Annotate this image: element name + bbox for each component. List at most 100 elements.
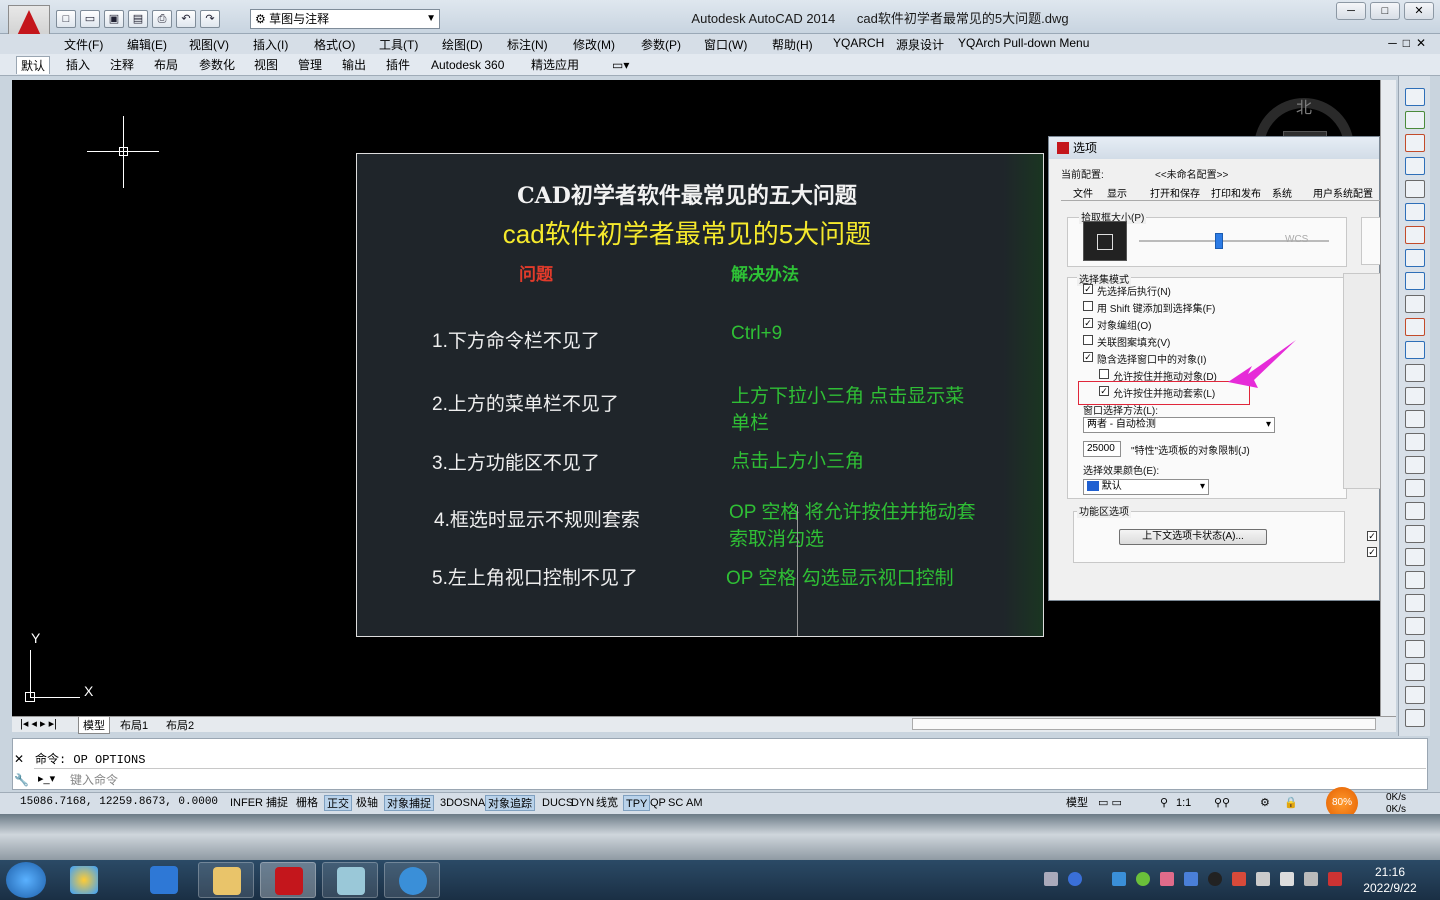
checkbox-press-drag-object[interactable] xyxy=(1099,369,1109,379)
tab-user-preferences[interactable]: 用户系统配置 xyxy=(1313,185,1373,200)
help-icon[interactable] xyxy=(1068,872,1082,886)
tab-manage[interactable]: 管理 xyxy=(294,56,326,74)
minimize-button[interactable]: ─ xyxy=(1336,2,1366,20)
qq-icon[interactable] xyxy=(1208,872,1222,886)
palette-tool-icon[interactable] xyxy=(1405,226,1425,244)
toggle-grid[interactable]: 栅格 xyxy=(294,795,320,811)
tab-autodesk-360[interactable]: Autodesk 360 xyxy=(427,56,508,74)
toggle-osnap[interactable]: 对象捕捉 xyxy=(384,795,434,811)
tab-default[interactable]: 默认 xyxy=(16,56,51,74)
annotation-visibility-icon[interactable]: ⚲⚲ xyxy=(1212,795,1232,811)
toggle-snap[interactable]: 捕捉 xyxy=(264,795,290,811)
horizontal-scrollbar[interactable] xyxy=(912,718,1376,730)
palette-tool-icon[interactable] xyxy=(1405,709,1425,727)
palette-tool-icon[interactable] xyxy=(1405,203,1425,221)
undo-icon[interactable]: ↶ xyxy=(176,10,196,28)
tab-parametric[interactable]: 参数化 xyxy=(195,56,239,74)
coordinate-readout[interactable]: 15086.7168, 12259.8673, 0.0000 xyxy=(20,796,218,808)
open-icon[interactable]: ▭ xyxy=(80,10,100,28)
palette-tool-icon[interactable] xyxy=(1405,318,1425,336)
tab-plugins[interactable]: 插件 xyxy=(382,56,414,74)
command-prompt-icon[interactable]: ▸_▾ xyxy=(38,772,55,785)
volume-icon[interactable] xyxy=(1256,872,1270,886)
toggle-tpy[interactable]: TPY xyxy=(623,795,651,811)
keyboard-icon[interactable] xyxy=(1044,872,1058,886)
wrench-icon[interactable]: 🔧 xyxy=(14,773,29,787)
effect-color-select[interactable]: 默认 ▾ xyxy=(1083,479,1209,495)
tab-layout[interactable]: 布局 xyxy=(150,56,182,74)
layout-nav-arrows[interactable]: |◂ ◂ ▸ ▸| xyxy=(16,717,61,730)
palette-tool-icon[interactable] xyxy=(1405,157,1425,175)
palette-tool-icon[interactable] xyxy=(1405,111,1425,129)
tray-app-icon[interactable] xyxy=(1136,872,1150,886)
viewcube-north[interactable]: 北 xyxy=(1296,94,1312,118)
annotation-scale-value[interactable]: 1:1 xyxy=(1174,795,1193,811)
toggle-polar[interactable]: 极轴 xyxy=(354,795,380,811)
checkbox-noun-verb[interactable]: ✓ xyxy=(1083,284,1093,294)
save-as-icon[interactable]: ▤ xyxy=(128,10,148,28)
tab-insert[interactable]: 插入 xyxy=(62,56,94,74)
menu-format[interactable]: 格式(O) xyxy=(314,36,355,53)
toggle-am[interactable]: AM xyxy=(684,795,705,811)
close-button[interactable]: ✕ xyxy=(1404,2,1434,20)
taskbar-explorer[interactable] xyxy=(198,862,254,898)
system-clock[interactable]: 21:16 2022/9/22 xyxy=(1350,864,1430,896)
menu-dimension[interactable]: 标注(N) xyxy=(507,36,548,53)
new-icon[interactable]: □ xyxy=(56,10,76,28)
palette-tool-icon[interactable] xyxy=(1405,88,1425,106)
palette-tool-icon[interactable] xyxy=(1405,180,1425,198)
vertical-scrollbar[interactable] xyxy=(1380,80,1396,716)
tab-model[interactable]: 模型 xyxy=(78,717,110,734)
pickbox-slider-thumb[interactable] xyxy=(1215,233,1223,249)
ribbon-toggle-icon[interactable]: ▭▾ xyxy=(608,56,633,74)
toggle-dyn[interactable]: DYN xyxy=(569,795,596,811)
command-input[interactable]: ▸_▾ 键入命令 xyxy=(34,768,1426,788)
checkbox-shift-add[interactable] xyxy=(1083,301,1093,311)
redo-icon[interactable]: ↷ xyxy=(200,10,220,28)
palette-tool-icon[interactable] xyxy=(1405,364,1425,382)
menu-yqarch[interactable]: YQARCH xyxy=(833,36,884,50)
tab-system[interactable]: 系统 xyxy=(1272,185,1292,200)
palette-tool-icon[interactable] xyxy=(1405,410,1425,428)
menu-modify[interactable]: 修改(M) xyxy=(573,36,615,53)
menu-tools[interactable]: 工具(T) xyxy=(379,36,418,53)
toggle-infer[interactable]: INFER xyxy=(228,795,265,811)
taskbar-app-notes[interactable] xyxy=(322,862,378,898)
tray-app-icon[interactable] xyxy=(1184,872,1198,886)
menu-edit[interactable]: 编辑(E) xyxy=(127,36,167,53)
start-button[interactable] xyxy=(6,862,46,898)
flag-icon[interactable] xyxy=(1328,872,1342,886)
tab-featured-apps[interactable]: 精选应用 xyxy=(527,56,583,74)
close-icon[interactable]: ✕ xyxy=(14,752,24,766)
menu-insert[interactable]: 插入(I) xyxy=(253,36,288,53)
navigation-bar-overlay[interactable] xyxy=(1343,273,1381,489)
palette-tool-icon[interactable] xyxy=(1405,663,1425,681)
menu-file[interactable]: 文件(F) xyxy=(64,36,103,53)
palette-tool-icon[interactable] xyxy=(1405,479,1425,497)
tab-layout2[interactable]: 布局2 xyxy=(162,717,198,733)
toggle-sc[interactable]: SC xyxy=(666,795,685,811)
checkbox-right-column[interactable]: ✓ xyxy=(1367,531,1377,541)
dialog-title-bar[interactable]: 选项 xyxy=(1049,137,1379,159)
menu-draw[interactable]: 绘图(D) xyxy=(442,36,483,53)
palette-tool-icon[interactable] xyxy=(1405,456,1425,474)
palette-tool-icon[interactable] xyxy=(1405,686,1425,704)
workspace-dropdown[interactable]: ⚙ 草图与注释 ▼ xyxy=(250,9,440,29)
tab-display[interactable]: 显示 xyxy=(1107,185,1127,200)
tab-open-save[interactable]: 打开和保存 xyxy=(1150,185,1200,200)
tab-layout1[interactable]: 布局1 xyxy=(116,717,152,733)
tab-files[interactable]: 文件 xyxy=(1073,185,1093,200)
save-icon[interactable]: ▣ xyxy=(104,10,124,28)
palette-tool-icon[interactable] xyxy=(1405,341,1425,359)
taskbar-app-s[interactable] xyxy=(384,862,440,898)
checkbox-implied-window[interactable]: ✓ xyxy=(1083,352,1093,362)
tab-output[interactable]: 输出 xyxy=(338,56,370,74)
tray-app-icon[interactable] xyxy=(1160,872,1174,886)
toggle-ortho[interactable]: 正交 xyxy=(324,795,352,811)
menu-help[interactable]: 帮助(H) xyxy=(772,36,813,53)
menu-parametric[interactable]: 参数(P) xyxy=(641,36,681,53)
palette-tool-icon[interactable] xyxy=(1405,249,1425,267)
lock-icon[interactable]: 🔒 xyxy=(1282,795,1300,811)
tray-app-icon[interactable] xyxy=(1112,872,1126,886)
palette-tool-icon[interactable] xyxy=(1405,387,1425,405)
